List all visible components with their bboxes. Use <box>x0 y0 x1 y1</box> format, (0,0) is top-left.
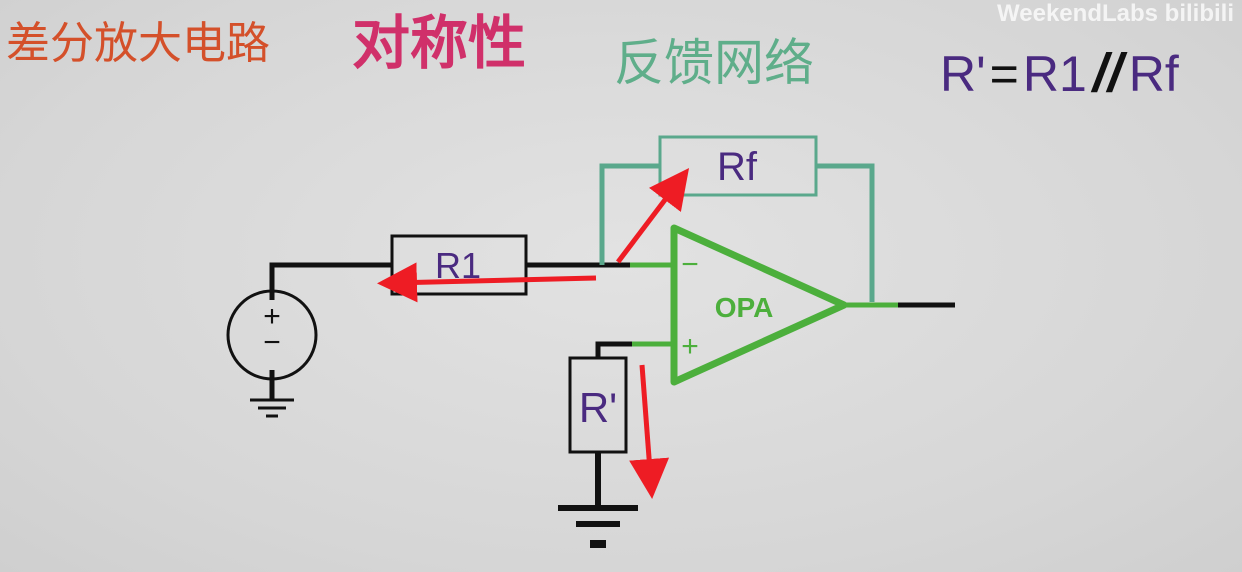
opamp-minus: − <box>681 248 699 281</box>
wire-rprime-top <box>595 341 632 358</box>
circuit-diagram: + − R1 Rf OPA − + R' <box>226 135 955 548</box>
ground-rprime <box>558 505 638 548</box>
arrow-current-rprime <box>629 364 670 499</box>
source-minus-sign: − <box>263 326 281 359</box>
opamp-plus: + <box>681 330 699 363</box>
rf-label: Rf <box>717 145 758 189</box>
rprime-label: R' <box>579 384 617 431</box>
opamp-label: OPA <box>715 292 774 323</box>
ground-source <box>250 398 294 418</box>
arrow-current-r1 <box>377 262 597 303</box>
